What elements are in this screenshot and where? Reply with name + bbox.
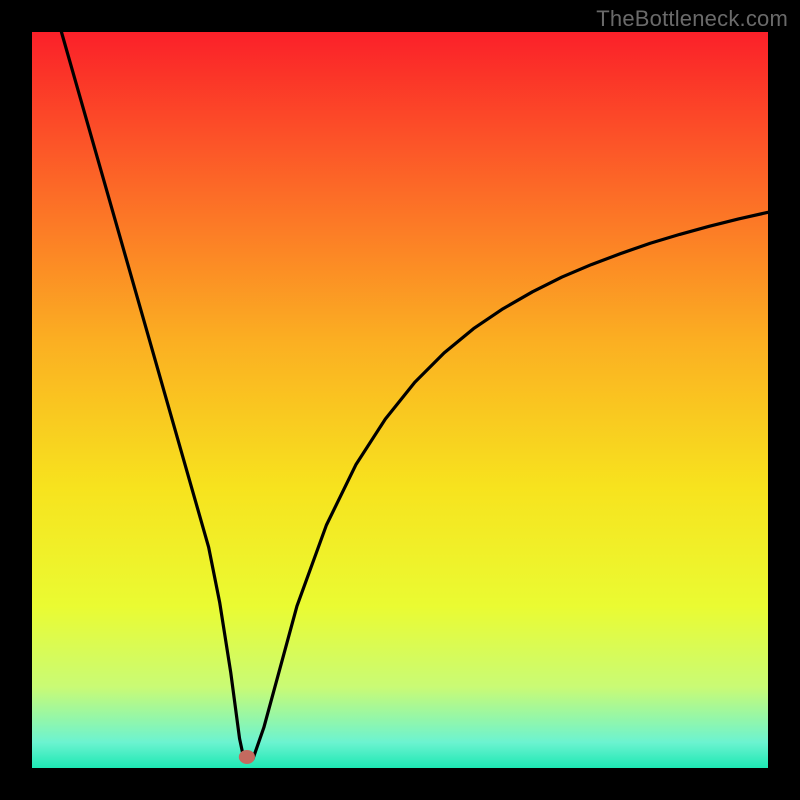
chart-svg (32, 32, 768, 768)
bottleneck-curve (61, 32, 768, 759)
optimal-point-marker (239, 750, 255, 764)
watermark-text: TheBottleneck.com (596, 6, 788, 32)
plot-area (32, 32, 768, 768)
chart-frame: TheBottleneck.com (0, 0, 800, 800)
